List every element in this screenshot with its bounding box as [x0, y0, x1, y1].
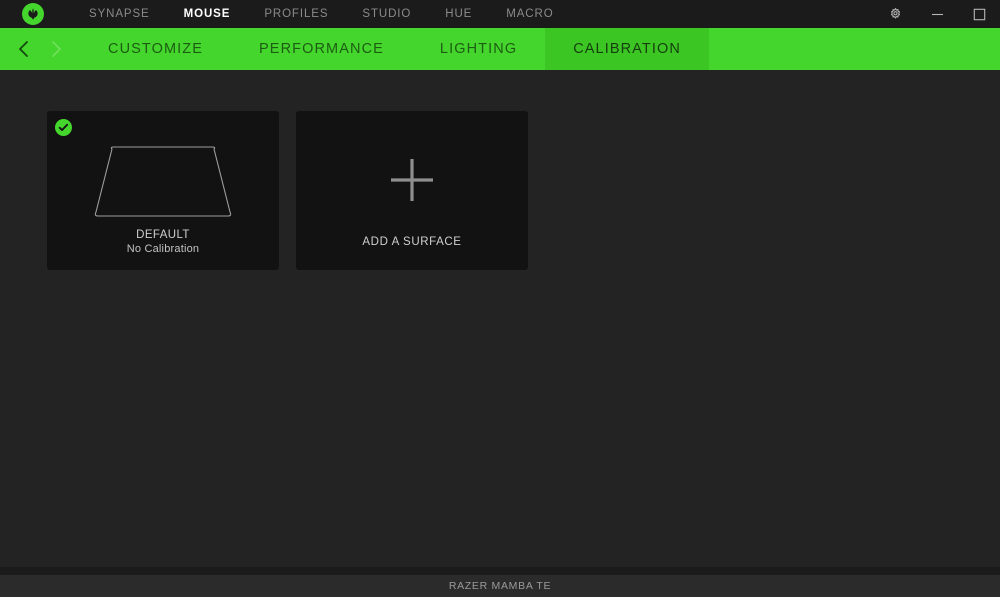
sub-tab-list: CUSTOMIZE PERFORMANCE LIGHTING CALIBRATI… [80, 28, 709, 70]
add-surface-label: ADD A SURFACE [362, 236, 462, 248]
main-tab-mouse[interactable]: MOUSE [167, 0, 248, 28]
settings-gear-icon[interactable] [874, 0, 916, 28]
tab-performance[interactable]: PERFORMANCE [231, 28, 412, 70]
tab-lighting[interactable]: LIGHTING [412, 28, 545, 70]
surface-card-title: DEFAULT [136, 229, 190, 241]
tab-calibration[interactable]: CALIBRATION [545, 28, 709, 70]
status-bar: RAZER MAMBA TE [0, 575, 1000, 597]
status-bar-divider [0, 567, 1000, 575]
title-bar: SYNAPSE MOUSE PROFILES STUDIO HUE MACRO [0, 0, 1000, 28]
maximize-icon[interactable] [958, 0, 1000, 28]
check-circle-icon [55, 119, 72, 136]
calibration-content: DEFAULT No Calibration ADD A SURFACE [0, 70, 1000, 567]
chevron-left-icon[interactable] [8, 28, 40, 70]
window-controls [874, 0, 1000, 28]
sub-navigation-bar: CUSTOMIZE PERFORMANCE LIGHTING CALIBRATI… [0, 28, 1000, 70]
mousepad-surface-icon [47, 144, 279, 220]
main-tab-studio[interactable]: STUDIO [345, 0, 428, 28]
main-tab-synapse[interactable]: SYNAPSE [72, 0, 167, 28]
main-tab-list: SYNAPSE MOUSE PROFILES STUDIO HUE MACRO [72, 0, 571, 28]
nav-arrows [0, 28, 72, 70]
surface-card-default[interactable]: DEFAULT No Calibration [47, 111, 279, 270]
connected-device-label: RAZER MAMBA TE [448, 580, 552, 592]
chevron-right-icon[interactable] [40, 28, 72, 70]
main-tab-hue[interactable]: HUE [428, 0, 489, 28]
razer-synapse-window: SYNAPSE MOUSE PROFILES STUDIO HUE MACRO [0, 0, 1000, 597]
surface-card-labels: DEFAULT No Calibration [47, 228, 279, 256]
add-surface-card[interactable]: ADD A SURFACE [296, 111, 528, 270]
minimize-icon[interactable] [916, 0, 958, 28]
main-tab-profiles[interactable]: PROFILES [247, 0, 345, 28]
tab-customize[interactable]: CUSTOMIZE [80, 28, 231, 70]
main-tab-macro[interactable]: MACRO [489, 0, 570, 28]
surface-card-subtitle: No Calibration [126, 243, 200, 255]
razer-logo-icon [22, 3, 44, 25]
surface-card-list: DEFAULT No Calibration ADD A SURFACE [47, 111, 1000, 270]
